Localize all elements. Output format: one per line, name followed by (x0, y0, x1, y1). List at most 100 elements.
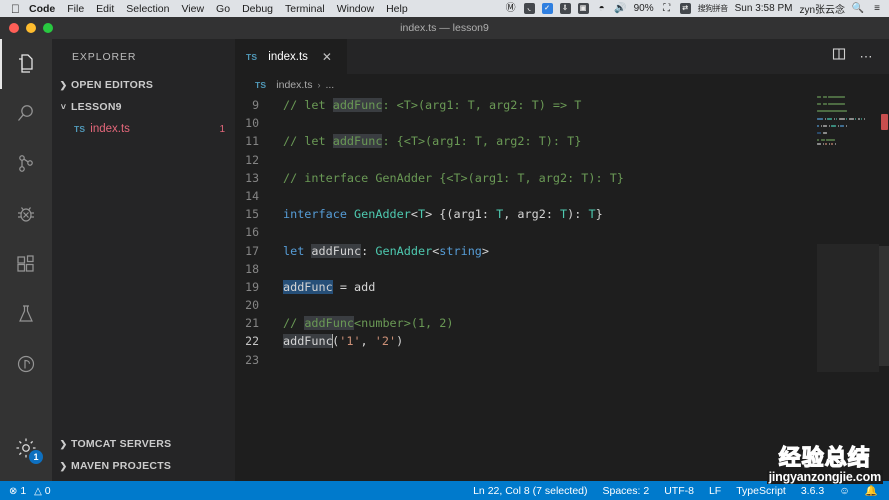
sidebar-section-maven-projects[interactable]: ❯ MAVEN PROJECTS (52, 455, 235, 477)
code-token: : {<T>(arg1: T, arg2: T): T} (382, 134, 582, 149)
test-flask-icon (19, 305, 33, 322)
code-line[interactable]: 12 (235, 151, 889, 169)
menu-terminal[interactable]: Terminal (285, 3, 325, 15)
line-number: 10 (245, 116, 259, 131)
code-line[interactable]: 9 // let addFunc: <T>(arg1: T, arg2: T) =… (235, 96, 889, 114)
activity-search[interactable] (0, 89, 52, 139)
minimap-slider[interactable] (817, 244, 879, 372)
code-line[interactable]: 16 (235, 223, 889, 241)
download-icon[interactable]: ⇩ (559, 3, 571, 14)
user-name[interactable]: zyn张云念 (799, 1, 845, 16)
overview-ruler[interactable] (879, 96, 889, 481)
record-icon[interactable]: Ⓜ (505, 3, 517, 14)
code-line[interactable]: 20 (235, 296, 889, 314)
minimap-segment (823, 124, 827, 127)
minimap-segment (817, 142, 821, 145)
activity-extensions[interactable] (0, 239, 52, 289)
sidebar-section-open-editors[interactable]: ❯ OPEN EDITORS (52, 74, 235, 96)
status-line-endings[interactable]: LF (709, 485, 721, 497)
menu-selection[interactable]: Selection (126, 3, 169, 15)
activity-test[interactable] (0, 289, 52, 339)
scrollbar-thumb[interactable] (879, 246, 889, 366)
code-editor-content[interactable]: 9// let addFunc: <T>(arg1: T, arg2: T) =… (235, 96, 889, 481)
code-token: addFunc (283, 334, 333, 349)
activity-maven[interactable] (0, 339, 52, 389)
status-ts-version[interactable]: 3.6.3 (801, 485, 824, 497)
code-token: : <T>(arg1: T, arg2: T) => T (382, 98, 582, 112)
status-problems[interactable]: ⊗ 1 △ 0 (9, 485, 51, 497)
typescript-file-icon: TS (74, 124, 86, 134)
menu-view[interactable]: View (181, 3, 204, 15)
code-line[interactable]: 15 interface GenAdder<T> {(arg1: T, arg2:… (235, 205, 889, 223)
sync-icon[interactable]: ⇄ (679, 3, 691, 14)
code-token: addFunc (283, 279, 333, 294)
minimap-segment (838, 117, 845, 120)
search-icon[interactable]: 🔍 (852, 3, 864, 14)
minimap-line (817, 110, 879, 113)
status-encoding[interactable]: UTF-8 (664, 485, 694, 497)
tab-label: index.ts (268, 51, 308, 63)
status-indentation[interactable]: Spaces: 2 (603, 485, 650, 497)
code-line[interactable]: 10 (235, 114, 889, 132)
activity-explorer[interactable] (0, 39, 52, 89)
code-line[interactable]: 14 (235, 187, 889, 205)
dnd-icon[interactable]: ◟ (523, 3, 535, 14)
wifi-icon[interactable]: ◓ (596, 3, 608, 14)
code-line[interactable]: 17 let addFunc: GenAdder<string> (235, 242, 889, 260)
code-line[interactable]: 22 addFunc('1', '2') (235, 332, 889, 350)
sidebar-item-index-ts[interactable]: TS index.ts 1 (52, 118, 235, 140)
minimap-line (817, 121, 879, 123)
status-language-mode[interactable]: TypeScript (736, 485, 786, 497)
code-line[interactable]: 21 // addFunc<number>(1, 2) (235, 314, 889, 332)
ime-label[interactable]: 搜狗拼音 (698, 3, 729, 14)
menu-go[interactable]: Go (216, 3, 230, 15)
split-editor-icon[interactable] (831, 46, 847, 67)
code-line[interactable]: 18 (235, 260, 889, 278)
menu-file[interactable]: File (67, 3, 84, 15)
line-text: let addFunc: GenAdder<string> (281, 242, 489, 260)
minimap-segment (828, 96, 845, 98)
minimap-segment (857, 117, 860, 120)
status-cursor-position[interactable]: Ln 22, Col 8 (7 selected) (473, 485, 587, 497)
sidebar-section-lesson9[interactable]: ˅ LESSON9 (52, 96, 235, 118)
status-feedback-icon[interactable]: ☺ (839, 485, 850, 497)
line-text: // addFunc<number>(1, 2) (281, 314, 453, 332)
minimap-segment (817, 103, 821, 106)
activity-source-control[interactable] (0, 139, 52, 189)
line-text: addFunc = add (281, 278, 375, 296)
menu-edit[interactable]: Edit (96, 3, 114, 15)
status-notifications-icon[interactable]: 🔔 (865, 484, 878, 497)
menu-help[interactable]: Help (386, 3, 408, 15)
line-number: 18 (245, 261, 259, 276)
volume-icon[interactable]: 🔊 (614, 3, 626, 14)
menu-code[interactable]: Code (29, 3, 55, 15)
activity-manage-settings[interactable]: 1 (0, 423, 52, 473)
code-line[interactable]: 23 (235, 351, 889, 369)
menu-window[interactable]: Window (337, 3, 374, 15)
activity-debug[interactable] (0, 189, 52, 239)
code-line[interactable]: 19 addFunc = add (235, 278, 889, 296)
control-center-icon[interactable]: ≡ (871, 3, 883, 14)
menu-debug[interactable]: Debug (242, 3, 273, 15)
code-line[interactable]: 13 // interface GenAdder {<T>(arg1: T, ar… (235, 169, 889, 187)
minimap-line (817, 114, 879, 116)
minimap-segment (861, 117, 862, 120)
minimap-segment (833, 117, 835, 120)
app-icon[interactable]: ▣ (577, 3, 589, 14)
checkbox-icon[interactable]: ✓ (541, 3, 553, 14)
clock[interactable]: Sun 3:58 PM (735, 3, 793, 14)
code-token: GenAdder (375, 243, 433, 258)
close-icon[interactable]: ✕ (322, 50, 332, 64)
minimap[interactable] (817, 96, 879, 481)
editor-toolbar: ⋯ (831, 39, 889, 74)
breadcrumb-more[interactable]: ... (325, 79, 334, 91)
sidebar-section-tomcat-servers[interactable]: ❯ TOMCAT SERVERS (52, 433, 235, 455)
battery-icon[interactable]: ⛶ (661, 3, 673, 14)
breadcrumb-file[interactable]: index.ts (276, 79, 312, 91)
error-marker (881, 114, 888, 130)
tab-index-ts[interactable]: TS index.ts ✕ (235, 39, 347, 74)
apple-logo-icon[interactable]:  (11, 3, 20, 15)
ellipsis-icon[interactable]: ⋯ (860, 50, 875, 63)
code-line[interactable]: 11 // let addFunc: {<T>(arg1: T, arg2: T)… (235, 132, 889, 150)
battery-percent[interactable]: 90% (634, 3, 654, 14)
